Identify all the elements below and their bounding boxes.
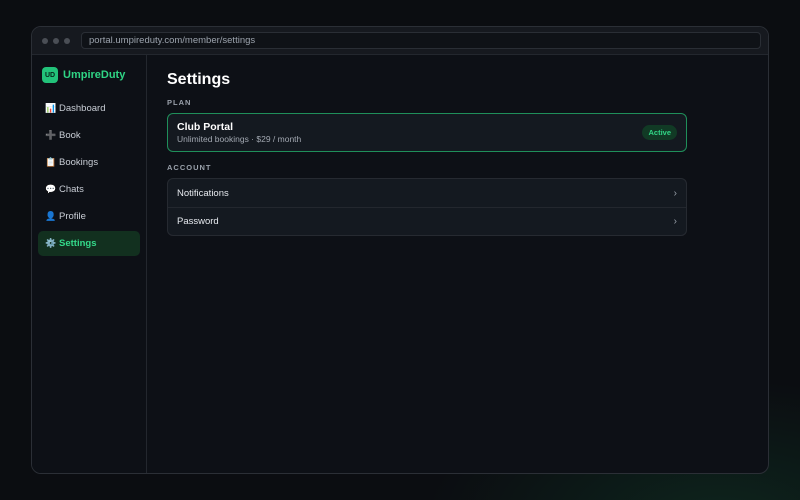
window-close-dot[interactable] [42,37,48,44]
window-maximize-dot[interactable] [64,37,70,44]
sidebar: UD UmpireDuty 📊 Dashboard ➕ Book 📋 Booki… [32,55,147,473]
sidebar-item-bookings[interactable]: 📋 Bookings [38,150,140,175]
sidebar-item-label: Settings [59,238,97,249]
title-bar: portal.umpireduty.com/member/settings [32,27,768,55]
sidebar-item-label: Dashboard [59,103,106,114]
address-bar[interactable]: portal.umpireduty.com/member/settings [81,32,761,49]
account-settings-list: Notifications › Password › [167,178,687,236]
plan-description: Unlimited bookings · $29 / month [177,134,302,144]
chevron-right-icon: › [673,216,677,227]
browser-window: portal.umpireduty.com/member/settings UD… [31,26,769,474]
window-minimize-dot[interactable] [53,37,59,44]
sidebar-item-dashboard[interactable]: 📊 Dashboard [38,96,140,121]
brand-logo: UD [42,67,58,83]
sidebar-item-profile[interactable]: 👤 Profile [38,204,140,229]
sidebar-item-label: Book [59,130,81,141]
plus-icon: ➕ [45,130,57,140]
brand-name: UmpireDuty [63,69,126,81]
user-icon: 👤 [45,211,57,221]
plan-section-label: PLAN [167,98,192,107]
gear-icon: ⚙️ [45,238,57,248]
status-badge: Active [642,125,677,140]
account-section-label: ACCOUNT [167,163,212,172]
row-label: Notifications [177,187,229,199]
sidebar-item-book[interactable]: ➕ Book [38,123,140,148]
page-title: Settings [167,71,231,88]
chart-icon: 📊 [45,103,57,113]
sidebar-item-chats[interactable]: 💬 Chats [38,177,140,202]
chevron-right-icon: › [673,187,677,199]
main-content: Settings PLAN Club Portal Unlimited book… [147,55,768,473]
sidebar-item-label: Profile [59,211,86,222]
chat-bubble-icon: 💬 [45,184,57,194]
sidebar-item-label: Bookings [59,157,99,168]
sidebar-item-settings[interactable]: ⚙️ Settings [38,231,140,256]
brand[interactable]: UD UmpireDuty [42,66,140,84]
sidebar-item-label: Chats [59,184,84,195]
password-row[interactable]: Password › [168,207,686,235]
plan-name: Club Portal [177,121,234,133]
notifications-row[interactable]: Notifications › [168,179,686,207]
row-label: Password [177,216,219,227]
clipboard-icon: 📋 [45,157,57,167]
plan-card[interactable]: Club Portal Unlimited bookings · $29 / m… [167,113,687,152]
